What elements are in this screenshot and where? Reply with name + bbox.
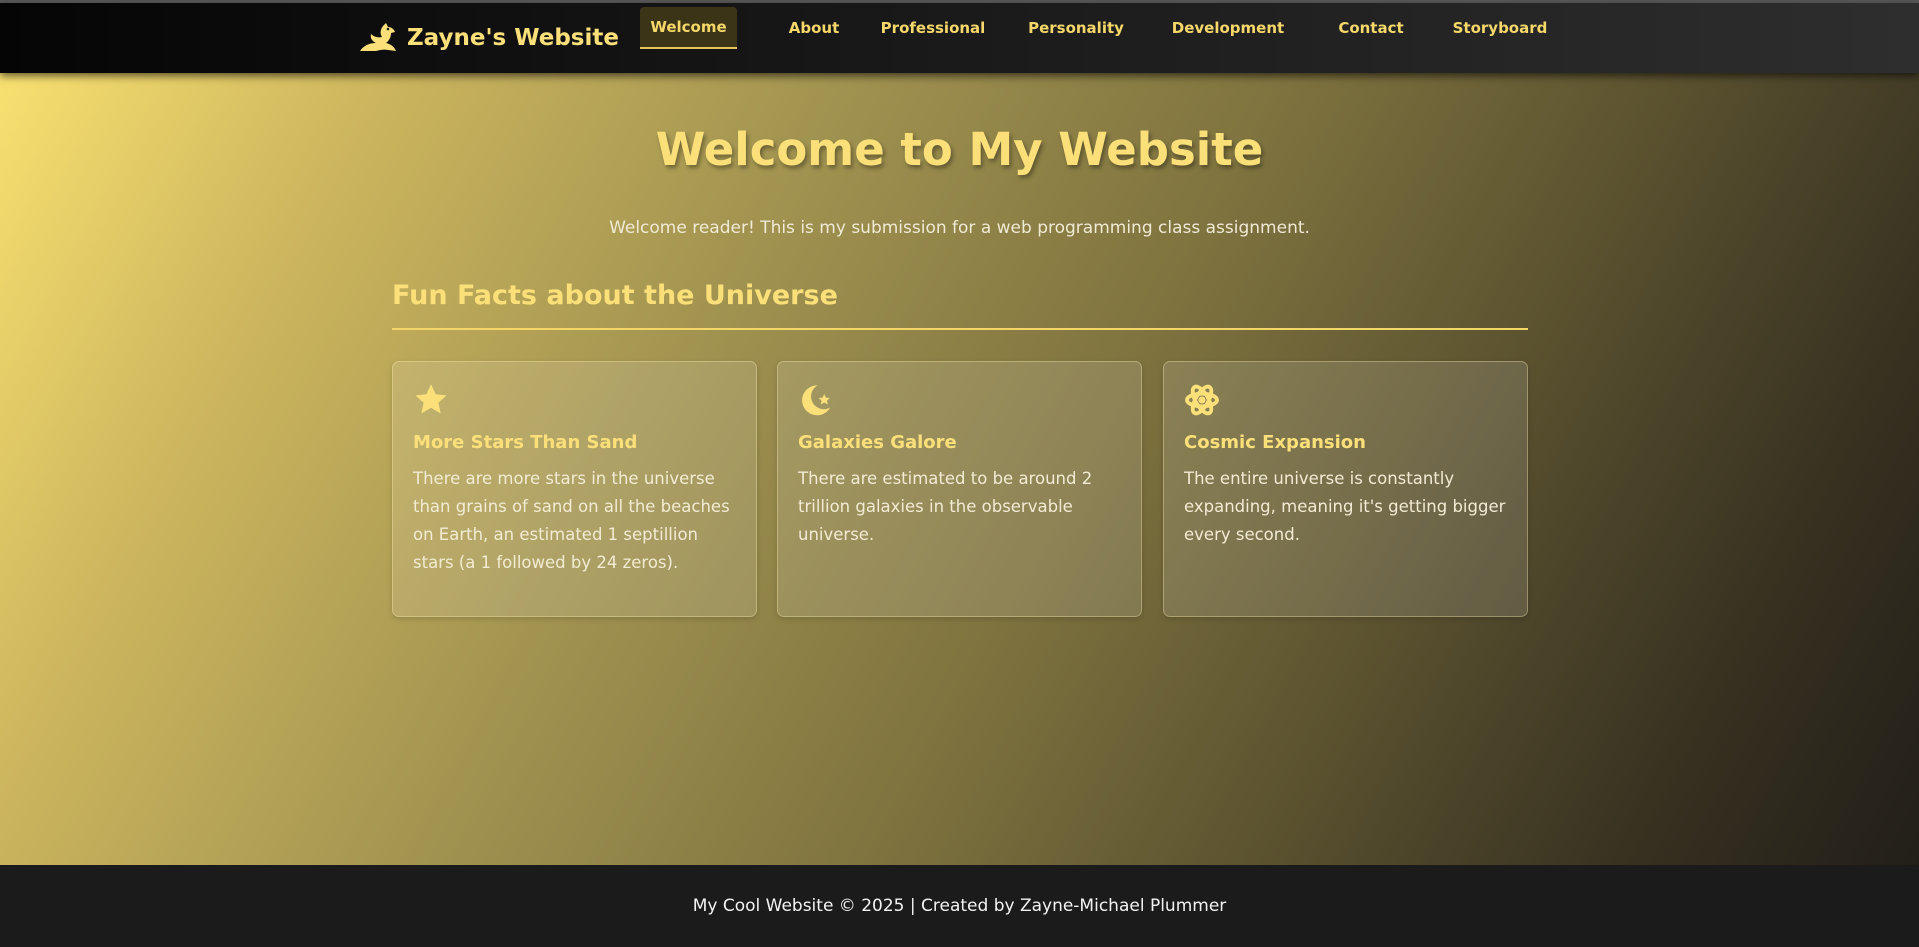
moon-star-icon (802, 385, 831, 416)
brand-logo[interactable]: Zayne's Website (358, 19, 619, 57)
main-content: Welcome to My Website Welcome reader! Th… (0, 73, 1919, 865)
nav-personality[interactable]: Personality (1021, 7, 1131, 49)
fact-title: Cosmic Expansion (1184, 432, 1366, 453)
nav-contact[interactable]: Contact (1326, 7, 1416, 49)
brand-name: Zayne's Website (407, 25, 619, 51)
fact-card-galaxies: Galaxies Galore There are estimated to b… (777, 361, 1142, 617)
fact-text: There are more stars in the universe tha… (413, 469, 730, 572)
fact-title: More Stars Than Sand (413, 432, 638, 453)
fact-text: The entire universe is constantly expand… (1184, 469, 1506, 544)
section-title: Fun Facts about the Universe (392, 280, 838, 311)
fact-card-stars: More Stars Than Sand There are more star… (392, 361, 757, 617)
nav-storyboard[interactable]: Storyboard (1445, 7, 1555, 49)
dragon-icon (360, 23, 396, 51)
page-title: Welcome to My Website (655, 123, 1264, 176)
nav-professional[interactable]: Professional (878, 7, 988, 49)
site-footer: My Cool Website © 2025 | Created by Zayn… (0, 865, 1919, 947)
section-divider (392, 328, 1528, 330)
page-subtitle: Welcome reader! This is my submission fo… (609, 218, 1310, 238)
fact-title: Galaxies Galore (798, 432, 957, 453)
site-header: Zayne's Website Welcome About Profession… (0, 3, 1919, 73)
nav-about[interactable]: About (774, 7, 854, 49)
star-icon (415, 384, 447, 414)
nav-welcome[interactable]: Welcome (640, 7, 737, 49)
nav-development[interactable]: Development (1168, 7, 1288, 49)
fact-card-expansion: Cosmic Expansion The entire universe is … (1163, 361, 1528, 617)
atom-icon (1185, 384, 1219, 416)
footer-text: My Cool Website © 2025 | Created by Zayn… (692, 896, 1227, 916)
fact-text: There are estimated to be around 2 trill… (798, 469, 1093, 544)
